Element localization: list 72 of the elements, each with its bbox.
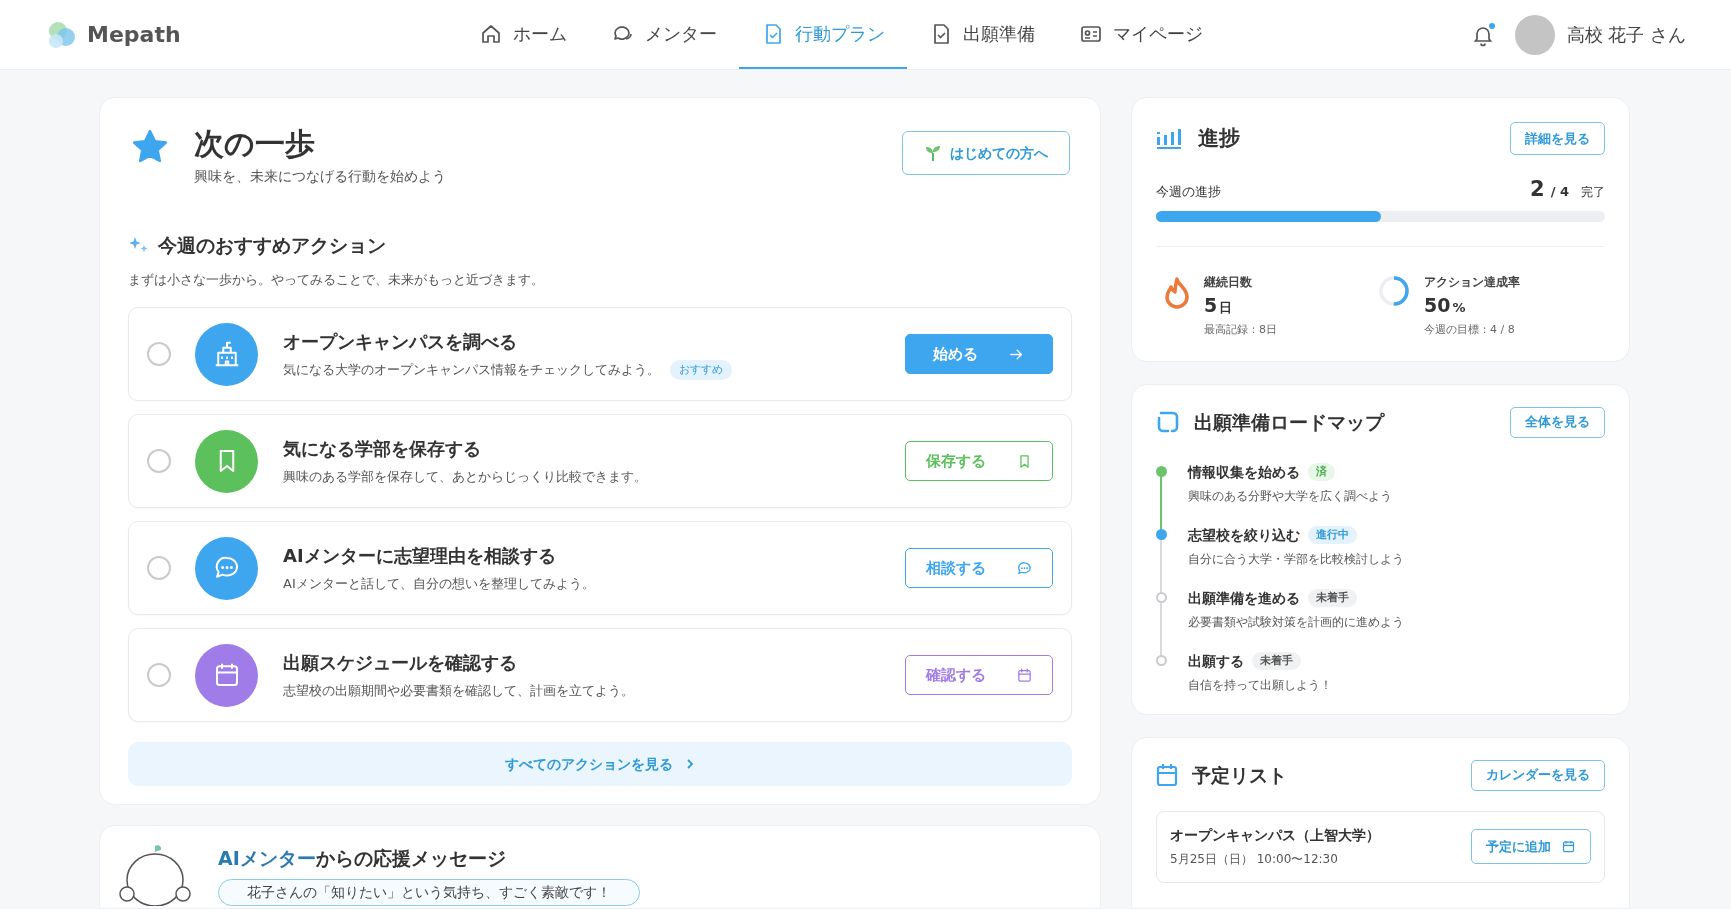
- avatar[interactable]: [1514, 14, 1555, 55]
- action-description: 志望校の出願期間や必要書類を確認して、計画を立てよう。: [283, 682, 634, 701]
- recommended-badge: おすすめ: [670, 359, 732, 381]
- step-description: 必要書類や試験対策を計画的に進めよう: [1188, 613, 1404, 631]
- action-title: 出願スケジュールを確認する: [283, 651, 518, 676]
- step-title: 出願する: [1188, 651, 1244, 671]
- nav-tab[interactable]: 出願準備: [907, 0, 1057, 69]
- step-title: 情報収集を始める: [1188, 462, 1300, 482]
- bar-chart-icon: [1156, 127, 1182, 150]
- step-description: 自分に合う大学・学部を比較検討しよう: [1188, 550, 1404, 568]
- calendar-icon: [1561, 839, 1576, 854]
- total-count: / 4: [1550, 182, 1569, 201]
- stat-label: アクション達成率: [1424, 274, 1520, 291]
- view-all-button[interactable]: 全体を見る: [1510, 406, 1605, 438]
- completed-count: 2: [1530, 177, 1545, 201]
- stat-label: 継続日数: [1204, 274, 1253, 291]
- event-datetime: 5月25日（日） 10:00〜12:30: [1170, 851, 1339, 868]
- card-subtitle: 興味を、未来につなげる行動を始めよう: [194, 167, 446, 186]
- message-bubble: 花子さんの「知りたい」という気持ち、すごく素敵です！: [218, 878, 640, 906]
- action-button[interactable]: 確認する: [905, 655, 1053, 695]
- status-badge: 進行中: [1308, 525, 1357, 545]
- logo-text: Mepath: [87, 21, 181, 49]
- action-button[interactable]: 保存する: [905, 441, 1053, 481]
- action-title: 気になる学部を保存する: [283, 437, 482, 462]
- add-to-schedule-button[interactable]: 予定に追加: [1471, 829, 1591, 864]
- see-all-actions-button[interactable]: すべてのアクションを見る: [128, 742, 1072, 786]
- details-button[interactable]: 詳細を見る: [1510, 122, 1605, 155]
- radio-button[interactable]: [147, 342, 171, 366]
- nav-tab[interactable]: マイページ: [1057, 0, 1225, 69]
- nav-tab[interactable]: メンター: [589, 0, 739, 69]
- step-description: 興味のある分野や大学を広く調べよう: [1188, 487, 1392, 505]
- card-title: 予定リスト: [1192, 762, 1287, 788]
- action-description: 気になる大学のオープンキャンパス情報をチェックしてみよう。: [283, 361, 660, 380]
- card-title: 出願準備ロードマップ: [1194, 409, 1384, 435]
- step-title: 出願準備を進める: [1188, 588, 1300, 608]
- section-title: 今週のおすすめアクション: [158, 233, 386, 258]
- radio-button[interactable]: [147, 449, 171, 473]
- calendar-icon: [1015, 666, 1033, 684]
- flame-icon: [1164, 277, 1190, 309]
- card-title: 進捗: [1198, 124, 1240, 152]
- chevron-right-icon: [685, 758, 695, 770]
- stat-note: 最高記録：8日: [1204, 322, 1277, 338]
- stat-value: 5 日: [1204, 293, 1234, 318]
- action-description: AIメンターと話して、自分の想いを整理してみよう。: [283, 575, 595, 594]
- beginner-guide-button[interactable]: はじめての方へ: [902, 131, 1070, 175]
- action-button[interactable]: 相談する: [905, 548, 1053, 588]
- card-title: 次の一歩: [194, 125, 316, 163]
- radio-button[interactable]: [147, 556, 171, 580]
- calendar-icon: [1156, 763, 1178, 787]
- completed-label: 完了: [1581, 184, 1605, 201]
- message-title: AIメンターからの応援メッセージ: [218, 846, 507, 871]
- event-title: オープンキャンパス（上智大学）: [1170, 826, 1380, 845]
- user-name[interactable]: 高校 花子 さん: [1566, 21, 1686, 48]
- action-title: AIメンターに志望理由を相談する: [283, 544, 557, 569]
- radio-button[interactable]: [147, 663, 171, 687]
- step-title: 志望校を絞り込む: [1188, 525, 1300, 545]
- stat-note: 今週の目標：4 / 8: [1424, 322, 1516, 338]
- nav-tab[interactable]: ホーム: [457, 0, 589, 69]
- sprout-icon: [924, 144, 942, 162]
- view-calendar-button[interactable]: カレンダーを見る: [1471, 759, 1605, 791]
- chat-bubble-icon: [1015, 559, 1033, 577]
- step-description: 自信を持って出願しよう！: [1188, 676, 1332, 694]
- status-badge: 未着手: [1252, 651, 1301, 671]
- action-title: オープンキャンパスを調べる: [283, 329, 518, 354]
- status-badge: 未着手: [1308, 588, 1357, 608]
- status-badge: 済: [1308, 462, 1335, 482]
- action-button[interactable]: 始める: [905, 334, 1053, 374]
- stat-value: 50%: [1424, 293, 1467, 318]
- section-description: まずは小さな一歩から。やってみることで、未来がもっと近づきます。: [128, 270, 545, 289]
- weekly-progress-label: 今週の進捗: [1156, 182, 1221, 201]
- nav-tab[interactable]: 行動プラン: [739, 0, 907, 69]
- action-description: 興味のある学部を保存して、あとからじっくり比較できます。: [283, 468, 647, 487]
